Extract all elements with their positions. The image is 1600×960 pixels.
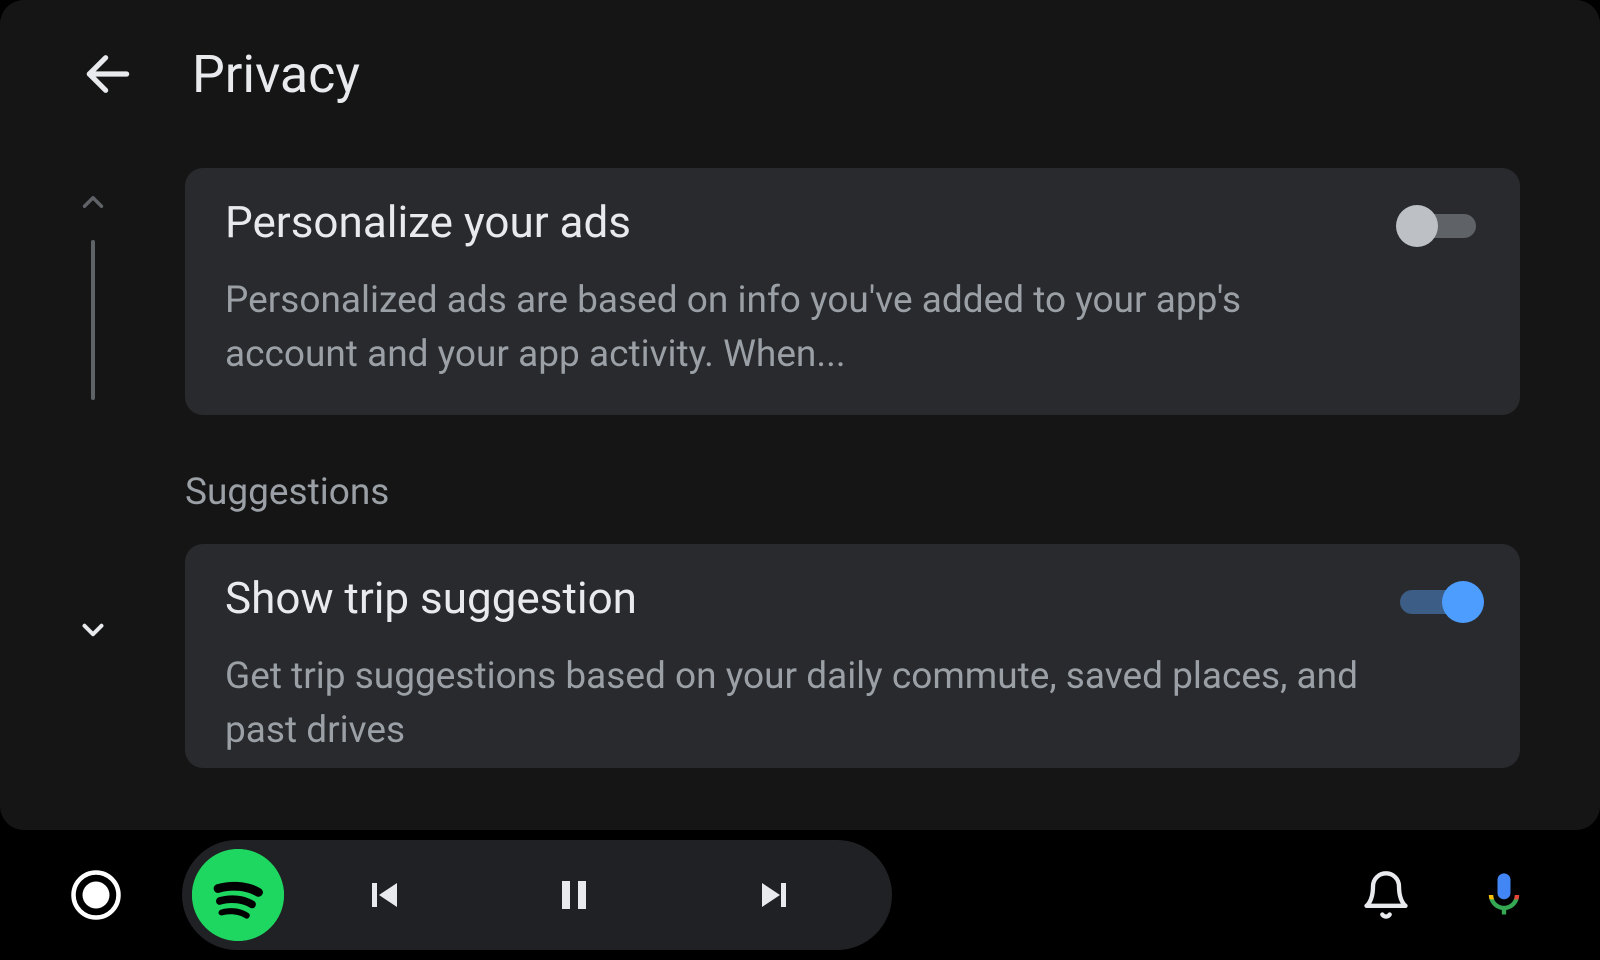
section-header-suggestions: Suggestions: [185, 471, 1520, 514]
scroll-position-indicator: [91, 240, 95, 400]
bell-icon: [1360, 869, 1412, 921]
media-app-button[interactable]: [192, 849, 284, 941]
setting-personalize-ads[interactable]: Personalize your ads Personalized ads ar…: [185, 168, 1520, 415]
previous-track-button[interactable]: [294, 849, 474, 941]
scroll-rail: [0, 168, 185, 830]
scroll-down-button[interactable]: [73, 610, 113, 650]
header: Privacy: [0, 30, 1600, 118]
chevron-down-icon: [76, 613, 110, 647]
setting-title: Show trip suggestion: [225, 572, 1360, 624]
next-track-button[interactable]: [674, 849, 874, 941]
toggle-trip-suggestion[interactable]: [1400, 582, 1480, 622]
circle-icon: [69, 868, 123, 922]
chevron-up-icon: [76, 185, 110, 219]
skip-previous-icon: [360, 871, 408, 919]
notifications-button[interactable]: [1354, 863, 1418, 927]
mic-icon: [1478, 869, 1530, 921]
scroll-up-button[interactable]: [73, 182, 113, 222]
toggle-personalize-ads[interactable]: [1400, 206, 1480, 246]
page-title: Privacy: [192, 44, 360, 105]
setting-description: Personalized ads are based on info you'v…: [225, 274, 1360, 381]
back-button[interactable]: [80, 46, 136, 102]
media-controls: [182, 840, 892, 950]
setting-title: Personalize your ads: [225, 196, 1360, 248]
spotify-icon: [192, 849, 284, 941]
launcher-button[interactable]: [64, 863, 128, 927]
setting-description: Get trip suggestions based on your daily…: [225, 650, 1360, 757]
setting-trip-suggestion[interactable]: Show trip suggestion Get trip suggestion…: [185, 544, 1520, 767]
arrow-left-icon: [80, 46, 136, 102]
play-pause-button[interactable]: [484, 849, 664, 941]
voice-assistant-button[interactable]: [1472, 863, 1536, 927]
pause-icon: [550, 871, 598, 919]
skip-next-icon: [750, 871, 798, 919]
bottom-nav: [0, 830, 1600, 960]
